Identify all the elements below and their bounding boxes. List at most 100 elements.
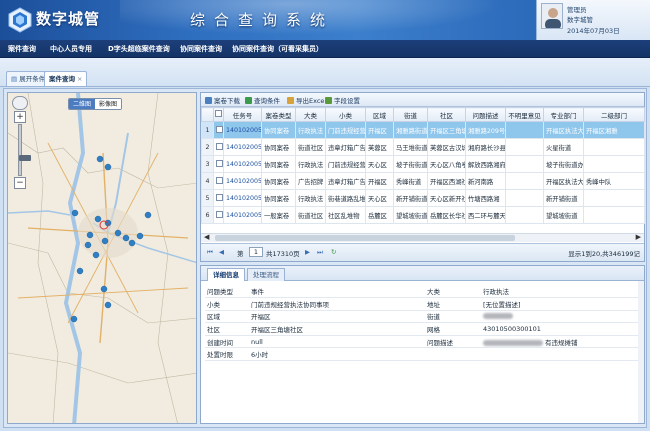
expand-icon: ▤: [11, 75, 18, 83]
column-header[interactable]: 问题描述: [465, 107, 506, 122]
checkbox[interactable]: [216, 176, 223, 184]
table-cell: [583, 189, 645, 207]
column-header[interactable]: 二级部门: [583, 107, 645, 122]
zoom-slider-handle[interactable]: [19, 155, 31, 161]
column-header[interactable]: 案卷类型: [261, 107, 296, 122]
close-icon[interactable]: ×: [77, 75, 82, 83]
detail-value: null: [249, 335, 425, 349]
nav-d-overdue-query[interactable]: D字头超临案件查询: [108, 44, 170, 54]
table-row[interactable]: 2 14010200532协同案卷街道社区违章灯箱广告招牌芙蓉区马王堆街道芙蓉区古…: [201, 138, 645, 156]
app-name: 数字城管: [36, 10, 101, 28]
tab-process-flow[interactable]: 处理流程: [247, 268, 285, 281]
prev-page-icon[interactable]: ◀: [219, 248, 224, 256]
row-checkbox-cell[interactable]: [213, 138, 224, 156]
table-row[interactable]: 614010200536一般案卷街道社区社区乱堆物岳麓区望城坡街道岳麓区长华社区…: [201, 206, 645, 224]
scroll-left-icon[interactable]: ◀: [204, 233, 209, 241]
row-checkbox-cell[interactable]: [213, 189, 224, 207]
field-settings-button[interactable]: 字段设置: [325, 95, 360, 105]
table-row[interactable]: 1 14010200531协同案卷行政执法门前违规经营开福区湘雅路街道开福区三角塘…: [201, 121, 645, 139]
task-number: 14010200531: [223, 121, 262, 139]
detail-value-text: 有违规摊铺: [545, 338, 578, 347]
map-canvas[interactable]: [8, 93, 197, 424]
map-panel[interactable]: + − 二维图 影像图: [7, 92, 197, 424]
table-cell: 开福区: [365, 172, 394, 190]
table-cell: 协同案卷: [261, 155, 296, 173]
column-header[interactable]: 小类: [325, 107, 366, 122]
detail-panel: 详细信息 处理流程 问题类型 事件 大类 行政执法 小类 门前违规经营执法协同事项 地址 [无…: [200, 265, 645, 424]
checkbox[interactable]: [216, 193, 223, 201]
refresh-icon[interactable]: ↻: [331, 248, 336, 256]
export-excel-button[interactable]: 导出Excel: [287, 95, 326, 105]
table-cell: [505, 121, 544, 139]
column-header[interactable]: 任务号: [223, 107, 262, 122]
table-cell: 芙蓉区古汉城社区: [427, 138, 466, 156]
column-header[interactable]: 专业部门: [543, 107, 584, 122]
next-page-icon[interactable]: ▶: [305, 248, 310, 256]
column-header[interactable]: 区域: [365, 107, 394, 122]
map-type-satellite[interactable]: 影像图: [95, 99, 122, 109]
table-cell: 天心区八角亭社区: [427, 155, 466, 173]
column-header[interactable]: 大类: [295, 107, 326, 122]
scroll-right-icon[interactable]: ▶: [636, 233, 641, 241]
table-row[interactable]: 4 14010200534协同案卷广告招牌违章灯箱广告招牌开福区秀峰街道开福区西湖…: [201, 172, 645, 190]
pan-control[interactable]: [12, 96, 28, 110]
nav-collab-query[interactable]: 协同案件查询: [180, 44, 222, 54]
column-header[interactable]: [201, 107, 214, 122]
detail-row: 区域 开福区 街道: [205, 310, 641, 324]
column-header[interactable]: 社区: [427, 107, 466, 122]
row-checkbox-cell[interactable]: [213, 155, 224, 173]
table-cell: 街巷道路乱堆放: [325, 189, 366, 207]
checkbox[interactable]: [216, 125, 223, 133]
table-cell: 违章灯箱广告招牌: [325, 172, 366, 190]
detail-value: 43010500300101: [481, 322, 641, 336]
horizontal-scrollbar[interactable]: ◀ ▶: [201, 233, 644, 242]
table-cell: 广告招牌: [295, 172, 326, 190]
detail-label: 区域: [205, 310, 249, 324]
table-cell: 开福区: [365, 121, 394, 139]
zoom-in-button[interactable]: +: [14, 111, 26, 123]
row-checkbox-cell[interactable]: [213, 172, 224, 190]
row-number: 2: [201, 138, 214, 156]
table-row[interactable]: 3 14010200533协同案卷行政执法门前违规经营天心区坡子街街道天心区八角亭…: [201, 155, 645, 173]
table-cell: 开福区执法大队: [543, 121, 584, 139]
zoom-slider[interactable]: [18, 124, 31, 176]
row-checkbox-cell[interactable]: [213, 121, 224, 139]
detail-value: [481, 310, 641, 324]
task-number: 14010200535: [223, 189, 262, 207]
page-number-input[interactable]: 1: [249, 247, 263, 257]
query-conditions-button[interactable]: 查询条件: [245, 95, 280, 105]
zoom-out-button[interactable]: −: [14, 177, 26, 189]
checkbox[interactable]: [216, 210, 223, 218]
column-header[interactable]: 街道: [393, 107, 428, 122]
column-header[interactable]: 不明里意见: [505, 107, 544, 122]
detail-label: 处置时限: [205, 347, 249, 362]
table-cell: 协同案卷: [261, 121, 296, 139]
table-cell: 门前违规经营: [325, 121, 366, 139]
nav-collab-query-collector[interactable]: 协同案件查询（可看采集员）: [232, 44, 323, 54]
row-checkbox-cell[interactable]: [213, 206, 224, 224]
last-page-icon[interactable]: ⏭: [317, 248, 323, 257]
table-cell: 门前违规经营: [325, 155, 366, 173]
grid-toolbar: 案卷下载 查询条件 导出Excel 字段设置: [201, 93, 644, 107]
nav-center-staff[interactable]: 中心人员专用: [50, 44, 92, 54]
nav-case-query[interactable]: 案件查询: [8, 44, 36, 54]
scrollbar-thumb[interactable]: [215, 235, 515, 241]
content-tabbar: ▤ 展开条件 案件查询 ×: [0, 58, 650, 87]
download-case-button[interactable]: 案卷下载: [205, 95, 240, 105]
select-all-checkbox[interactable]: [213, 107, 224, 122]
table-cell: [583, 155, 645, 173]
first-page-icon[interactable]: ⏮: [207, 248, 213, 257]
checkbox[interactable]: [215, 110, 222, 117]
tab-case-query[interactable]: 案件查询 ×: [44, 71, 88, 86]
map-type-switch: 二维图 影像图: [68, 98, 123, 110]
checkbox[interactable]: [216, 142, 223, 150]
tab-detail-info[interactable]: 详细信息: [207, 268, 245, 281]
page-total: 共17310页: [266, 250, 300, 258]
vertical-scrollbar[interactable]: [638, 281, 644, 423]
table-cell: 开福区执法大队: [543, 172, 584, 190]
map-type-2d[interactable]: 二维图: [69, 99, 96, 109]
page-summary: 显示1到20,共346199记: [568, 250, 640, 258]
excel-icon: [287, 97, 294, 104]
checkbox[interactable]: [216, 159, 223, 167]
table-row[interactable]: 514010200535协同案卷行政执法街巷道路乱堆放天心区新开铺街道天心区新开…: [201, 189, 645, 207]
